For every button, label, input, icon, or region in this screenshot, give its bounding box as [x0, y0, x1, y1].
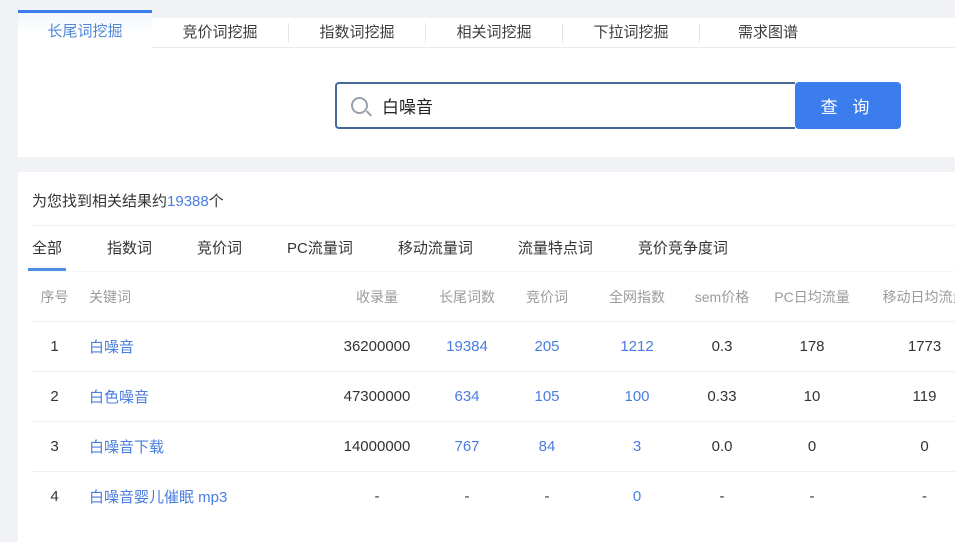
- search-bar: 查 询: [335, 82, 955, 129]
- cell-mobile-traffic: -: [867, 472, 955, 522]
- table-row: 4 白噪音婴儿催眠 mp3 - - - 0 - - -: [32, 472, 955, 522]
- header-seq: 序号: [32, 272, 77, 322]
- cell-seq: 1: [32, 322, 77, 372]
- main-tab-bar: 长尾词挖掘 竞价词挖掘 指数词挖掘 相关词挖掘 下拉词挖掘 需求图谱: [18, 10, 955, 48]
- cell-sem: 0.3: [687, 322, 757, 372]
- header-pc-daily-traffic: PC日均流量: [757, 272, 867, 322]
- cell-mobile-traffic: 1773: [867, 322, 955, 372]
- search-input[interactable]: [380, 95, 781, 117]
- cell-index-link[interactable]: 3: [587, 422, 687, 472]
- cell-index-link[interactable]: 100: [587, 372, 687, 422]
- cell-longtail-link[interactable]: 19384: [427, 322, 507, 372]
- search-input-box[interactable]: [335, 82, 795, 129]
- keyword-link[interactable]: 白色噪音: [77, 372, 327, 422]
- result-summary: 为您找到相关结果约19388个: [32, 172, 955, 226]
- cell-pc-traffic: 178: [757, 322, 867, 372]
- cell-pc-traffic: 0: [757, 422, 867, 472]
- cell-longtail-link[interactable]: 634: [427, 372, 507, 422]
- table-row: 2 白色噪音 47300000 634 105 100 0.33 10 119: [32, 372, 955, 422]
- top-card: 长尾词挖掘 竞价词挖掘 指数词挖掘 相关词挖掘 下拉词挖掘 需求图谱 查 询: [18, 10, 955, 157]
- filter-tab-all[interactable]: 全部: [32, 226, 62, 271]
- cell-index-link[interactable]: 0: [587, 472, 687, 522]
- cell-seq: 2: [32, 372, 77, 422]
- filter-tab-mobile-traffic-words[interactable]: 移动流量词: [398, 226, 473, 271]
- filter-tab-pc-traffic-words[interactable]: PC流量词: [287, 226, 353, 271]
- cell-mobile-traffic: 119: [867, 372, 955, 422]
- result-count: 19388: [167, 193, 209, 210]
- search-icon: [351, 97, 368, 114]
- keyword-link[interactable]: 白噪音下载: [77, 422, 327, 472]
- cell-longtail: -: [427, 472, 507, 522]
- main-tab-bar-rest: 竞价词挖掘 指数词挖掘 相关词挖掘 下拉词挖掘 需求图谱: [152, 18, 955, 48]
- cell-sem: 0.33: [687, 372, 757, 422]
- header-mobile-daily-traffic: 移动日均流量: [867, 272, 955, 322]
- tab-bid-word-mining[interactable]: 竞价词挖掘: [152, 23, 288, 43]
- cell-collect: -: [327, 472, 427, 522]
- cell-bid: -: [507, 472, 587, 522]
- cell-mobile-traffic: 0: [867, 422, 955, 472]
- header-collect-count: 收录量: [327, 272, 427, 322]
- filter-tab-index-words[interactable]: 指数词: [107, 226, 152, 271]
- cell-seq: 3: [32, 422, 77, 472]
- result-summary-prefix: 为您找到相关结果约: [32, 193, 167, 210]
- filter-tab-traffic-feature-words[interactable]: 流量特点词: [518, 226, 593, 271]
- cell-collect: 47300000: [327, 372, 427, 422]
- cell-sem: 0.0: [687, 422, 757, 472]
- query-button[interactable]: 查 询: [795, 82, 901, 129]
- filter-tab-bid-competition-words[interactable]: 竞价竞争度词: [638, 226, 728, 271]
- table-row: 1 白噪音 36200000 19384 205 1212 0.3 178 17…: [32, 322, 955, 372]
- table-header-row: 序号 关键词 收录量 长尾词数 竞价词 全网指数 sem价格 PC日均流量 移动…: [32, 272, 955, 322]
- header-keyword: 关键词: [77, 272, 327, 322]
- header-bid-words: 竞价词: [507, 272, 587, 322]
- keyword-link[interactable]: 白噪音: [77, 322, 327, 372]
- tab-longtail-mining-label: 长尾词挖掘: [47, 20, 122, 41]
- filter-tab-bar: 全部 指数词 竞价词 PC流量词 移动流量词 流量特点词 竞价竞争度词: [32, 226, 955, 272]
- cell-pc-traffic: 10: [757, 372, 867, 422]
- cell-collect: 14000000: [327, 422, 427, 472]
- tab-dropdown-word-mining[interactable]: 下拉词挖掘: [562, 23, 699, 43]
- cell-bid-link[interactable]: 105: [507, 372, 587, 422]
- cell-sem: -: [687, 472, 757, 522]
- search-section: 查 询: [18, 48, 955, 157]
- cell-bid-link[interactable]: 84: [507, 422, 587, 472]
- cell-bid-link[interactable]: 205: [507, 322, 587, 372]
- keyword-table: 序号 关键词 收录量 长尾词数 竞价词 全网指数 sem价格 PC日均流量 移动…: [32, 272, 955, 521]
- table-row: 3 白噪音下载 14000000 767 84 3 0.0 0 0: [32, 422, 955, 472]
- result-summary-suffix: 个: [209, 193, 224, 210]
- header-longtail-count: 长尾词数: [427, 272, 507, 322]
- cell-seq: 4: [32, 472, 77, 522]
- tab-longtail-mining[interactable]: 长尾词挖掘: [18, 10, 152, 48]
- cell-index-link[interactable]: 1212: [587, 322, 687, 372]
- cell-longtail-link[interactable]: 767: [427, 422, 507, 472]
- filter-tab-bid-words[interactable]: 竞价词: [197, 226, 242, 271]
- tab-related-word-mining[interactable]: 相关词挖掘: [425, 23, 562, 43]
- header-sem-price: sem价格: [687, 272, 757, 322]
- header-network-index: 全网指数: [587, 272, 687, 322]
- keyword-link[interactable]: 白噪音婴儿催眠 mp3: [77, 472, 327, 522]
- cell-collect: 36200000: [327, 322, 427, 372]
- results-card: 为您找到相关结果约19388个 全部 指数词 竞价词 PC流量词 移动流量词 流…: [18, 172, 955, 542]
- tab-demand-graph[interactable]: 需求图谱: [699, 23, 836, 43]
- cell-pc-traffic: -: [757, 472, 867, 522]
- tab-index-word-mining[interactable]: 指数词挖掘: [288, 23, 425, 43]
